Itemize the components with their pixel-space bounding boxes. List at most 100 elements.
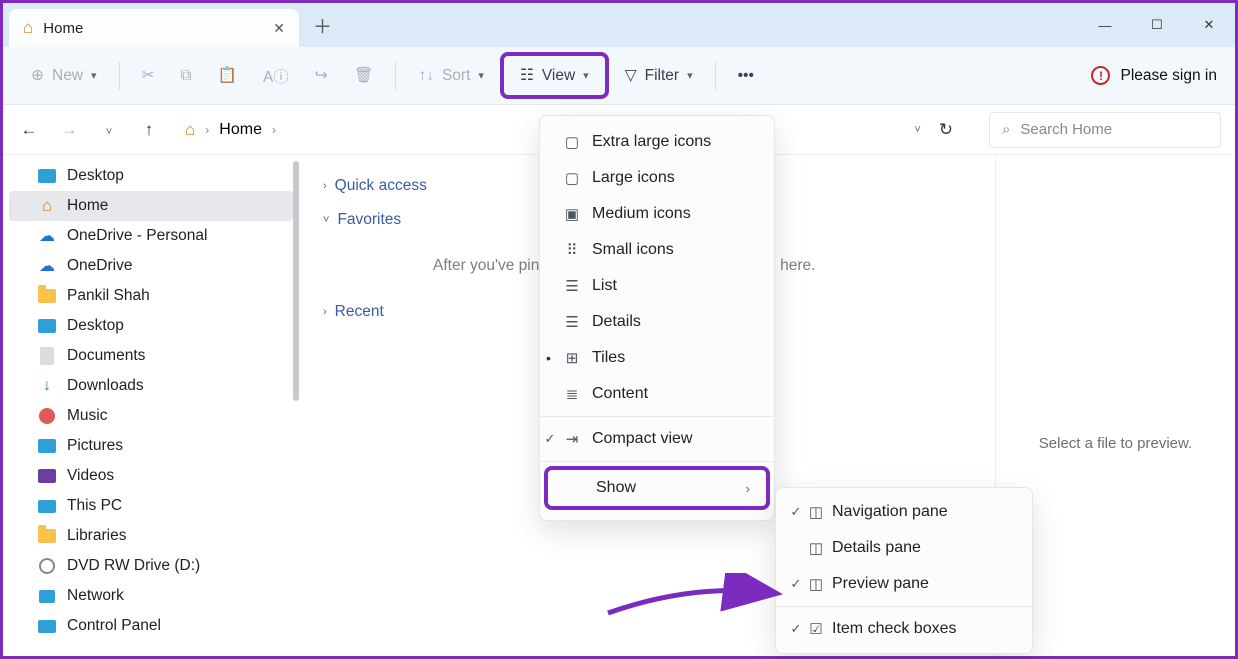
folder-icon [38,289,56,303]
home-icon: ⌂ [185,120,195,140]
disc-icon [39,558,55,574]
check-icon: ✓ [786,504,806,520]
menu-item-medium-icons[interactable]: ▣Medium icons [540,196,774,232]
menu-item-content[interactable]: ≣Content [540,376,774,412]
plus-circle-icon: ⊕ [31,66,44,85]
sidebar-item-desktop[interactable]: Desktop [3,311,299,341]
sidebar-item-label: OneDrive - Personal [67,227,207,245]
rename-button[interactable]: Aⓘ [253,59,299,93]
new-tab-button[interactable]: ＋ [313,12,332,39]
menu-item-small-icons[interactable]: ⠿ Small icons [540,232,774,268]
back-button[interactable]: ← [17,120,41,140]
share-icon: ↪ [315,66,328,85]
sidebar-item-documents[interactable]: Documents [3,341,299,371]
chevron-down-icon: ˅ [323,214,329,226]
search-box[interactable]: ⌕ Search Home [989,112,1221,148]
menu-item-large-icons[interactable]: ▢Large icons [540,160,774,196]
sidebar-item-pictures[interactable]: Pictures [3,431,299,461]
separator [395,62,396,90]
rename-icon: Aⓘ [263,65,289,87]
view-menu: ▢Extra large icons ▢Large icons ▣Medium … [539,115,775,521]
check-icon: ✓ [786,576,806,592]
sidebar-item-dvd-drive[interactable]: DVD RW Drive (D:) [3,551,299,581]
download-icon: ↓ [37,376,57,396]
sidebar-item-downloads[interactable]: ↓ Downloads [3,371,299,401]
new-button[interactable]: ⊕ New ▾ [21,60,107,91]
content-icon: ≣ [562,385,582,403]
sidebar-item-libraries[interactable]: Libraries [3,521,299,551]
recent-locations-button[interactable]: ˅ [97,120,121,140]
layout-icon: ▢ [562,169,582,187]
menu-item-label: Item check boxes [832,620,957,638]
menu-item-list[interactable]: ☰List [540,268,774,304]
chevron-right-icon: › [746,481,750,496]
share-button[interactable]: ↪ [305,60,338,91]
paste-button[interactable]: 📋 [208,60,247,91]
sidebar-item-user[interactable]: Pankil Shah [3,281,299,311]
navigation-pane[interactable]: Desktop ⌂Home ☁OneDrive - Personal ☁OneD… [3,155,299,656]
pane-icon: ◫ [806,503,826,521]
menu-item-show[interactable]: Show› [548,470,766,506]
sidebar-item-music[interactable]: Music [3,401,299,431]
preview-hint: Select a file to preview. [1039,435,1192,452]
submenu-item-details-pane[interactable]: ◫Details pane [776,530,1032,566]
menu-separator [540,416,774,417]
music-icon [39,408,55,424]
breadcrumb-current[interactable]: Home [219,121,262,139]
view-button-highlight: ☷ View ▾ [500,52,609,99]
sort-button[interactable]: ↑↓ Sort ▾ [408,61,493,91]
delete-button[interactable]: 🗑 [344,60,384,91]
check-icon: ✓ [786,621,806,637]
forward-button[interactable]: → [57,120,81,140]
close-tab-button[interactable]: ✕ [273,20,285,37]
sidebar-item-label: Desktop [67,167,124,185]
menu-item-compact-view[interactable]: ✓⇥Compact view [540,421,774,457]
tab-title: Home [43,20,263,37]
grid-icon: ⠿ [562,241,582,259]
view-button[interactable]: ☷ View ▾ [510,60,599,91]
copy-button[interactable]: ⧉ [171,61,202,91]
address-dropdown-button[interactable]: ˅ [914,124,920,136]
pc-icon [38,500,56,513]
menu-item-details[interactable]: ☰Details [540,304,774,340]
group-label: Favorites [337,211,401,229]
close-window-button[interactable]: ✕ [1183,3,1235,47]
sidebar-item-videos[interactable]: Videos [3,461,299,491]
menu-item-label: Extra large icons [592,133,711,151]
sign-in-button[interactable]: ! Please sign in [1091,66,1217,85]
up-button[interactable]: ↑ [137,120,161,140]
sidebar-item-label: OneDrive [67,257,132,275]
breadcrumb[interactable]: ⌂ › Home › [177,112,898,148]
more-button[interactable]: ••• [728,61,764,91]
menu-separator [776,606,1032,607]
chevron-down-icon: ▾ [583,69,589,82]
sidebar-item-network[interactable]: Network [3,581,299,611]
maximize-button[interactable]: ☐ [1131,3,1183,47]
cut-button[interactable]: ✂ [132,60,165,91]
sidebar-item-desktop[interactable]: Desktop [3,161,299,191]
submenu-item-navigation-pane[interactable]: ✓◫Navigation pane [776,494,1032,530]
submenu-item-preview-pane[interactable]: ✓◫Preview pane [776,566,1032,602]
sign-in-label: Please sign in [1120,67,1217,85]
minimize-button[interactable]: — [1079,3,1131,47]
menu-item-label: Small icons [592,241,674,259]
sidebar-item-control-panel[interactable]: Control Panel [3,611,299,641]
sidebar-item-label: Documents [67,347,145,365]
details-icon: ☰ [562,313,582,331]
videos-icon [38,469,56,483]
submenu-item-item-check-boxes[interactable]: ✓☑Item check boxes [776,611,1032,647]
filter-button[interactable]: ▽ Filter ▾ [615,60,703,91]
show-menu-highlight: Show› [544,466,770,510]
menu-item-tiles[interactable]: ⊞Tiles [540,340,774,376]
menu-item-extra-large-icons[interactable]: ▢Extra large icons [540,124,774,160]
sort-label: Sort [442,67,470,85]
sidebar-item-home[interactable]: ⌂Home [9,191,293,221]
window-controls: — ☐ ✕ [1079,3,1235,47]
sidebar-item-onedrive[interactable]: ☁OneDrive [3,251,299,281]
sidebar-item-onedrive-personal[interactable]: ☁OneDrive - Personal [3,221,299,251]
list-icon: ☰ [562,277,582,295]
sidebar-item-this-pc[interactable]: This PC [3,491,299,521]
refresh-button[interactable]: ↻ [939,120,953,140]
sidebar-item-label: Downloads [67,377,144,395]
window-tab[interactable]: ⌂ Home ✕ [9,9,299,47]
